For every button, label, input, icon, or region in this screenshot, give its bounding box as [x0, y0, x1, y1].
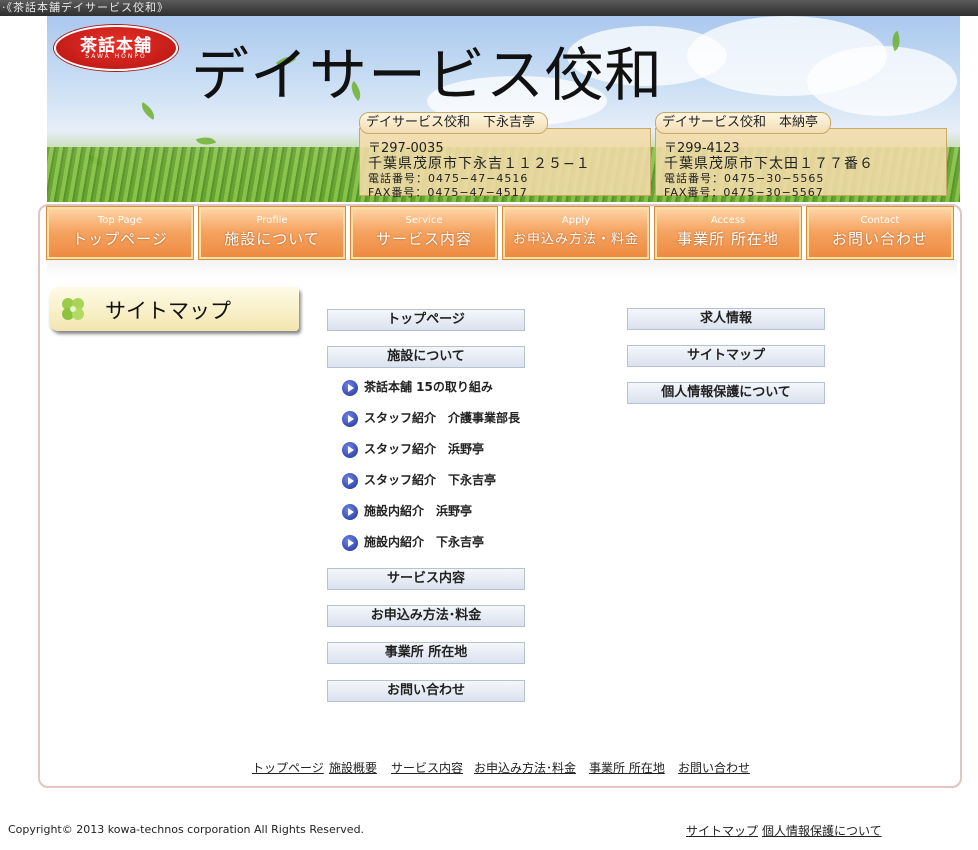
facility-info-honno: 〒299-4123 千葉県茂原市下太田１７７番６ 電話番号：0475−30−55… — [655, 112, 947, 199]
footer-link-top-page[interactable]: トップページ — [252, 759, 324, 776]
nav-label-en: Contact — [860, 215, 900, 226]
nav-apply[interactable]: Apply お申込み方法・料金 — [502, 206, 650, 260]
nav-shadow — [47, 259, 957, 277]
facility-fax: FAX番号：0475−30−5567 — [664, 186, 824, 199]
arrow-right-icon — [342, 441, 358, 458]
nav-label-en: Profile — [256, 215, 288, 226]
sitemap-sublink-staff-shimonagayoshi[interactable]: スタッフ紹介 下永吉亭 — [342, 471, 496, 489]
nav-label-en: Service — [405, 215, 443, 226]
bottom-link-privacy[interactable]: 個人情報保護について — [762, 822, 882, 839]
sitemap-sublink-staff-hamano[interactable]: スタッフ紹介 浜野亭 — [342, 440, 484, 458]
nav-label-en: Apply — [561, 215, 591, 226]
leaf-icon — [137, 102, 159, 120]
footer-link-overview[interactable]: 施設概要 — [329, 759, 377, 776]
nav-label-ja: お問い合わせ — [831, 230, 928, 248]
sitemap-link-about[interactable]: 施設について — [327, 346, 525, 368]
footer-link-apply[interactable]: お申込み方法･料金 — [474, 759, 576, 776]
facility-phone: 電話番号：0475−47−4516 — [368, 172, 529, 185]
window-title-bar: ·《茶話本舗デイサービス佼和》 — [0, 0, 978, 16]
nav-top-page[interactable]: Top Page トップページ — [46, 206, 194, 260]
nav-contact[interactable]: Contact お問い合わせ — [806, 206, 954, 260]
arrow-right-icon — [342, 503, 358, 520]
nav-label-ja: 事業所 所在地 — [677, 230, 779, 248]
sitemap-link-sitemap[interactable]: サイトマップ — [627, 345, 825, 367]
arrow-right-icon — [342, 379, 358, 396]
sitemap-sublink-facility-shimonagayoshi[interactable]: 施設内紹介 下永吉亭 — [342, 533, 484, 551]
sitemap-heading-tab: サイトマップ — [49, 287, 299, 331]
sitemap-link-privacy[interactable]: 個人情報保護について — [627, 382, 825, 404]
sawa-honpo-logo[interactable]: 茶話本舗 SAWA HONPO — [54, 25, 178, 71]
facility-info-shimonagayoshi: 〒297-0035 千葉県茂原市下永吉１１２５−１ 電話番号：0475−47−4… — [359, 112, 651, 199]
facility-address: 千葉県茂原市下永吉１１２５−１ — [368, 156, 591, 172]
arrow-right-icon — [342, 410, 358, 427]
nav-access[interactable]: Access 事業所 所在地 — [654, 206, 802, 260]
sublink-label: スタッフ紹介 介護事業部長 — [364, 411, 521, 425]
sublink-label: 茶話本舗 15の取り組み — [364, 380, 493, 394]
cloud-decoration — [807, 46, 957, 116]
sitemap-sublink-facility-hamano[interactable]: 施設内紹介 浜野亭 — [342, 502, 472, 520]
sitemap-link-apply[interactable]: お申込み方法･料金 — [327, 605, 525, 627]
arrow-right-icon — [342, 534, 358, 551]
sitemap-sublink-staff-manager[interactable]: スタッフ紹介 介護事業部長 — [342, 409, 520, 427]
nav-label-ja: サービス内容 — [375, 230, 472, 248]
arrow-right-icon — [342, 472, 358, 489]
page: ·《茶話本舗デイサービス佼和》 茶話本舗 SAWA HONPO デイサービス佼和… — [0, 0, 978, 850]
sitemap-link-contact[interactable]: お問い合わせ — [327, 680, 525, 702]
sitemap-heading: サイトマップ — [105, 299, 231, 323]
sublink-label: 施設内紹介 下永吉亭 — [364, 535, 485, 549]
sublink-label: スタッフ紹介 浜野亭 — [364, 442, 485, 456]
logo-subtext: SAWA HONPO — [85, 53, 147, 60]
nav-profile[interactable]: Profile 施設について — [198, 206, 346, 260]
sitemap-sublink-15-initiatives[interactable]: 茶話本舗 15の取り組み — [342, 378, 493, 396]
nav-label-ja: お申込み方法・料金 — [512, 232, 639, 247]
sublink-label: スタッフ紹介 下永吉亭 — [364, 473, 497, 487]
sublink-label: 施設内紹介 浜野亭 — [364, 504, 473, 518]
facility-info-body: 〒299-4123 千葉県茂原市下太田１７７番６ 電話番号：0475−30−55… — [655, 128, 947, 199]
footer-link-service[interactable]: サービス内容 — [391, 759, 463, 776]
nav-label-ja: 施設について — [224, 230, 320, 248]
nav-label-en: Access — [710, 215, 746, 226]
facility-name: デイサービス佼和 下永吉亭 — [359, 112, 549, 134]
nav-label-en: Top Page — [97, 215, 143, 226]
site-title: デイサービス佼和 — [191, 41, 664, 109]
bottom-link-sitemap[interactable]: サイトマップ — [686, 822, 758, 839]
clover-icon — [62, 298, 84, 320]
nav-service[interactable]: Service サービス内容 — [350, 206, 498, 260]
window-title: ·《茶話本舗デイサービス佼和》 — [2, 1, 169, 14]
facility-address: 千葉県茂原市下太田１７７番６ — [664, 156, 874, 172]
sitemap-link-recruit[interactable]: 求人情報 — [627, 308, 825, 330]
header-banner: 茶話本舗 SAWA HONPO デイサービス佼和 〒297-0035 千葉県茂原… — [47, 16, 960, 202]
footer-link-access[interactable]: 事業所 所在地 — [589, 759, 665, 776]
footer-link-contact[interactable]: お問い合わせ — [678, 759, 750, 776]
facility-name: デイサービス佼和 本納亭 — [655, 112, 832, 134]
facility-info-body: 〒297-0035 千葉県茂原市下永吉１１２５−１ 電話番号：0475−47−4… — [359, 128, 651, 199]
facility-phone: 電話番号：0475−30−5565 — [664, 172, 825, 185]
copyright: Copyright© 2013 kowa-technos corporation… — [8, 823, 365, 836]
nav-label-ja: トップページ — [72, 230, 168, 248]
sitemap-link-access[interactable]: 事業所 所在地 — [327, 642, 525, 664]
facility-fax: FAX番号：0475−47−4517 — [368, 186, 528, 199]
sitemap-link-top-page[interactable]: トップページ — [327, 309, 525, 331]
global-nav: Top Page トップページ Profile 施設について Service サ… — [46, 206, 957, 260]
facility-postal: 〒299-4123 — [664, 141, 740, 156]
facility-postal: 〒297-0035 — [368, 141, 444, 156]
sitemap-link-service[interactable]: サービス内容 — [327, 568, 525, 590]
